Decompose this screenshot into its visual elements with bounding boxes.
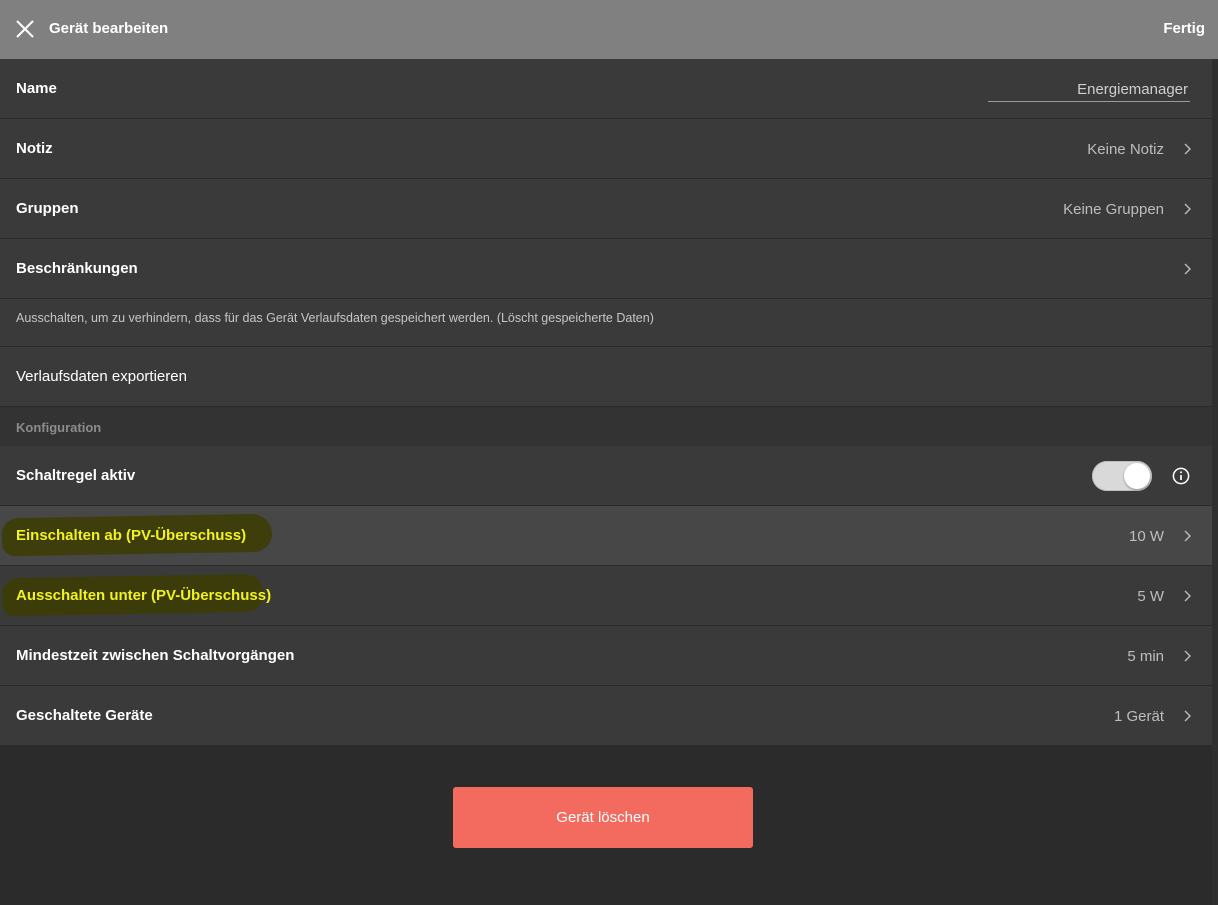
rule-active-toggle[interactable] — [1092, 461, 1152, 491]
export-label: Verlaufsdaten exportieren — [16, 368, 187, 385]
row-switch-off[interactable]: Ausschalten unter (PV-Überschuss) 5 W — [0, 566, 1212, 626]
chevron-right-icon — [1184, 263, 1191, 275]
done-button[interactable]: Fertig — [1163, 20, 1205, 37]
section-title: Konfiguration — [16, 420, 102, 435]
groups-value: Keine Gruppen — [1063, 201, 1164, 218]
row-groups[interactable]: Gruppen Keine Gruppen — [0, 179, 1212, 239]
row-min-time[interactable]: Mindestzeit zwischen Schaltvorgängen 5 m… — [0, 626, 1212, 686]
chevron-right-icon — [1184, 590, 1191, 602]
groups-label: Gruppen — [16, 200, 79, 217]
delete-area: Gerät löschen — [0, 746, 1212, 905]
history-hint-row: Ausschalten, um zu verhindern, dass für … — [0, 299, 1212, 347]
switched-devices-value: 1 Gerät — [1113, 708, 1164, 725]
row-name: Name — [0, 59, 1212, 119]
switch-on-value: 10 W — [1128, 528, 1164, 545]
toggle-knob — [1124, 463, 1150, 489]
chevron-right-icon — [1184, 710, 1191, 722]
rule-active-label: Schaltregel aktiv — [16, 467, 136, 484]
switch-off-label: Ausschalten unter (PV-Überschuss) — [16, 587, 272, 604]
switch-off-value: 5 W — [1137, 588, 1164, 605]
row-rule-active: Schaltregel aktiv — [0, 446, 1212, 506]
chevron-right-icon — [1184, 530, 1191, 542]
row-note[interactable]: Notiz Keine Notiz — [0, 119, 1212, 179]
page-title: Gerät bearbeiten — [49, 20, 169, 37]
row-switched-devices[interactable]: Geschaltete Geräte 1 Gerät — [0, 686, 1212, 746]
row-switch-on[interactable]: Einschalten ab (PV-Überschuss) 10 W — [0, 506, 1212, 566]
restrictions-label: Beschränkungen — [16, 260, 138, 277]
scrollbar[interactable] — [1212, 59, 1218, 905]
history-hint-text: Ausschalten, um zu verhindern, dass für … — [16, 311, 654, 325]
name-label: Name — [16, 80, 57, 97]
section-header-config: Konfiguration — [0, 407, 1212, 446]
chevron-right-icon — [1184, 650, 1191, 662]
switched-devices-label: Geschaltete Geräte — [16, 707, 153, 724]
chevron-right-icon — [1184, 143, 1191, 155]
delete-device-button[interactable]: Gerät löschen — [453, 787, 753, 848]
min-time-label: Mindestzeit zwischen Schaltvorgängen — [16, 647, 295, 664]
app-header: Gerät bearbeiten Fertig — [0, 0, 1218, 59]
name-input[interactable] — [988, 79, 1190, 102]
chevron-right-icon — [1184, 203, 1191, 215]
note-value: Keine Notiz — [1087, 141, 1164, 158]
info-icon[interactable] — [1172, 467, 1190, 485]
note-label: Notiz — [16, 140, 53, 157]
row-restrictions[interactable]: Beschränkungen — [0, 239, 1212, 299]
min-time-value: 5 min — [1127, 648, 1164, 665]
switch-on-label: Einschalten ab (PV-Überschuss) — [16, 527, 247, 544]
close-icon[interactable] — [14, 18, 36, 40]
settings-list: Name Notiz Keine Notiz Gruppen Keine Gru… — [0, 59, 1212, 746]
row-export[interactable]: Verlaufsdaten exportieren — [0, 347, 1212, 407]
